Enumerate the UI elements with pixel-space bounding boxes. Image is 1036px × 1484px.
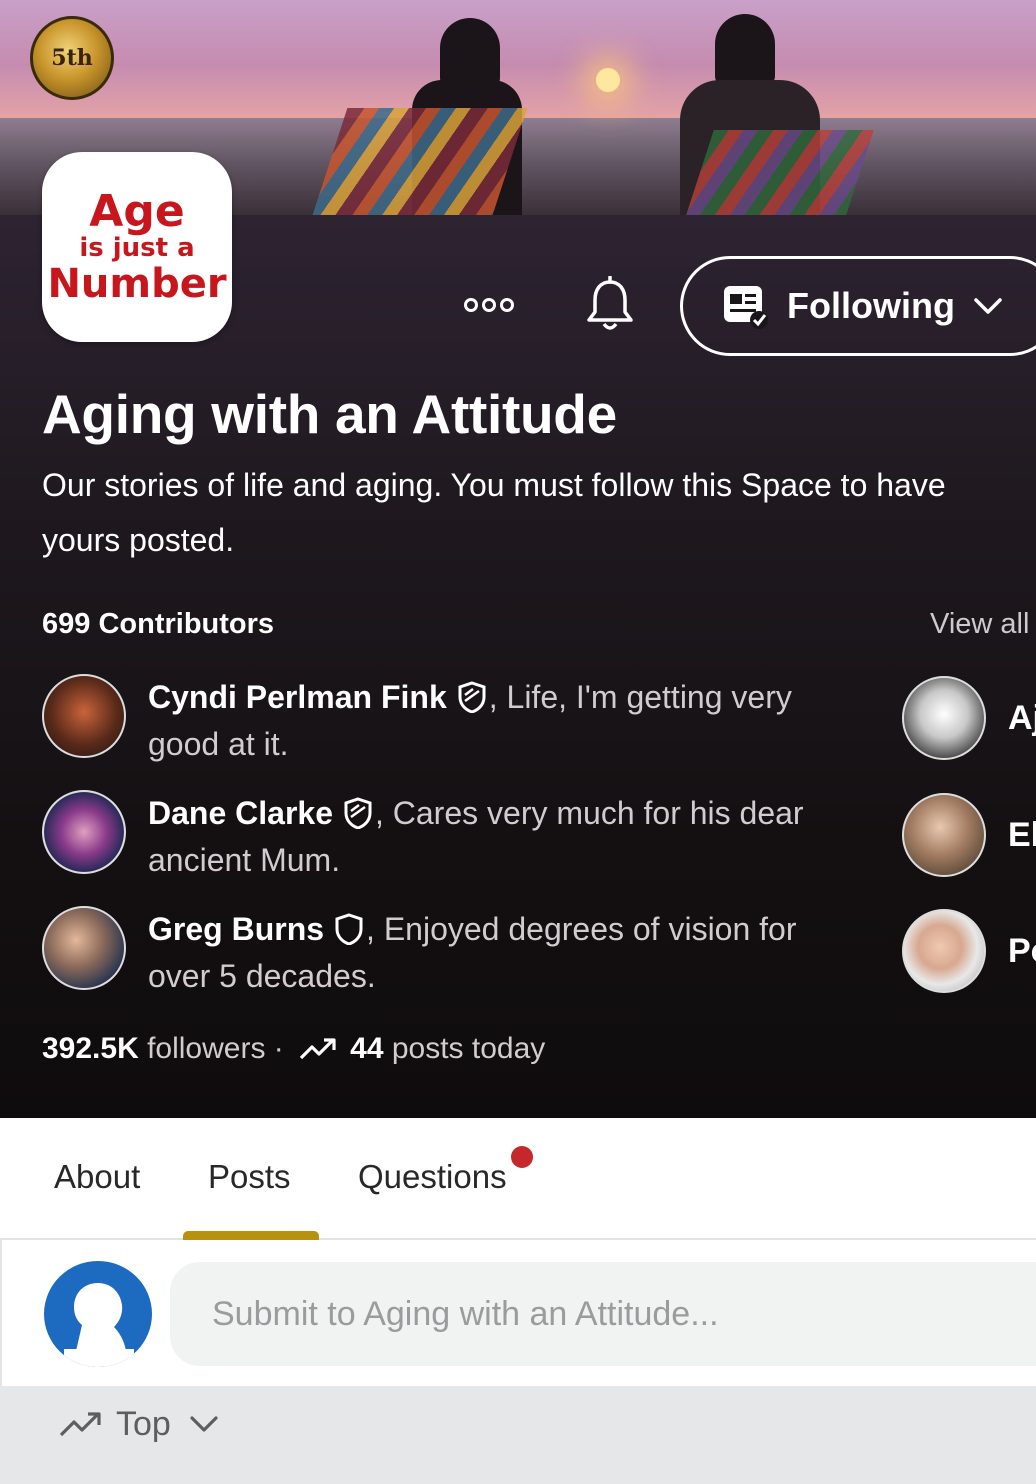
space-header: 5th Age is just a Number Following Aging…	[0, 0, 1036, 1118]
person-silhouette	[440, 18, 500, 88]
contributor-row[interactable]: Dane Clarke, Cares very much for his dea…	[42, 790, 842, 884]
contributor-name[interactable]: Greg Burns	[148, 911, 324, 947]
contributor-name[interactable]: Po	[1008, 932, 1036, 971]
person-silhouette	[715, 14, 775, 86]
contributor-avatar[interactable]	[42, 906, 126, 990]
bell-icon	[587, 275, 633, 330]
sunset-sun	[596, 68, 620, 92]
submit-to-space-input[interactable]	[170, 1262, 1036, 1366]
admin-shield-icon	[344, 796, 372, 829]
contributor-row[interactable]: Po	[902, 909, 1036, 993]
user-avatar[interactable]	[44, 1261, 152, 1367]
contributor-name[interactable]: Cyndi Perlman Fink	[148, 679, 447, 715]
logo-line-3: Number	[47, 260, 227, 307]
contributor-avatar[interactable]	[42, 790, 126, 874]
trending-up-icon	[59, 1412, 101, 1437]
space-tabs: About Posts Questions	[0, 1118, 1036, 1240]
contributor-name[interactable]: Aj	[1008, 699, 1036, 738]
feed-sort-bar: Top	[0, 1386, 1036, 1484]
tab-questions[interactable]: Questions	[358, 1158, 507, 1196]
contributor-name[interactable]: Dane Clarke	[148, 795, 333, 831]
more-dot-icon	[464, 298, 478, 312]
followers-count: 392.5K	[42, 1032, 139, 1065]
admin-shield-icon	[458, 680, 486, 713]
contributor-text: Greg Burns, Enjoyed degrees of vision fo…	[148, 906, 842, 1000]
posts-today-count: 44	[350, 1032, 384, 1065]
trending-up-icon	[300, 1038, 336, 1060]
contributor-row[interactable]: Cyndi Perlman Fink, Life, I'm getting ve…	[42, 674, 842, 768]
default-profile-icon	[64, 1283, 134, 1367]
contributor-name[interactable]: El	[1008, 816, 1036, 855]
followers-label: followers	[138, 1032, 266, 1065]
notification-bell-button[interactable]	[584, 275, 636, 334]
contributor-row[interactable]: Greg Burns, Enjoyed degrees of vision fo…	[42, 906, 842, 1000]
active-tab-indicator	[183, 1231, 319, 1240]
posts-today-label: posts today	[383, 1032, 546, 1065]
more-options-button[interactable]	[460, 288, 518, 322]
more-dot-icon	[482, 298, 496, 312]
contributor-avatar[interactable]	[902, 793, 986, 877]
questions-notification-dot	[511, 1146, 533, 1168]
tab-posts[interactable]: Posts	[208, 1158, 291, 1196]
sort-label: Top	[116, 1404, 171, 1443]
space-stats: 392.5K followers · 44 posts today	[42, 1032, 545, 1066]
contributor-avatar[interactable]	[902, 676, 986, 760]
anniversary-badge-text: 5th	[51, 45, 93, 71]
followed-space-icon	[724, 286, 768, 329]
contributor-avatar[interactable]	[902, 909, 986, 993]
view-all-contributors-link[interactable]: View all	[930, 608, 1029, 641]
moderator-shield-icon	[335, 912, 363, 945]
chevron-down-icon	[974, 298, 1002, 314]
contributor-text: Cyndi Perlman Fink, Life, I'm getting ve…	[148, 674, 842, 768]
contributors-count: 699 Contributors	[42, 608, 275, 640]
beach-chair	[312, 108, 528, 215]
sort-top-button[interactable]: Top	[58, 1402, 219, 1446]
tab-about[interactable]: About	[54, 1158, 140, 1196]
contributor-row[interactable]: El	[902, 793, 1036, 877]
space-logo: Age is just a Number	[42, 152, 232, 342]
following-label: Following	[787, 285, 955, 326]
stats-separator: ·	[265, 1032, 293, 1065]
contributor-row[interactable]: Aj	[902, 676, 1036, 760]
space-title: Aging with an Attitude	[42, 383, 617, 445]
space-description: Our stories of life and aging. You must …	[42, 467, 946, 558]
contributor-avatar[interactable]	[42, 674, 126, 758]
beach-chair	[686, 130, 874, 215]
following-button[interactable]: Following	[680, 256, 1036, 356]
post-composer	[0, 1240, 1036, 1386]
more-dot-icon	[500, 298, 514, 312]
logo-line-1: Age	[89, 186, 185, 238]
contributor-text: Dane Clarke, Cares very much for his dea…	[148, 790, 842, 884]
logo-line-2: is just a	[79, 233, 195, 264]
anniversary-badge: 5th	[30, 16, 114, 100]
chevron-down-icon	[190, 1416, 218, 1432]
